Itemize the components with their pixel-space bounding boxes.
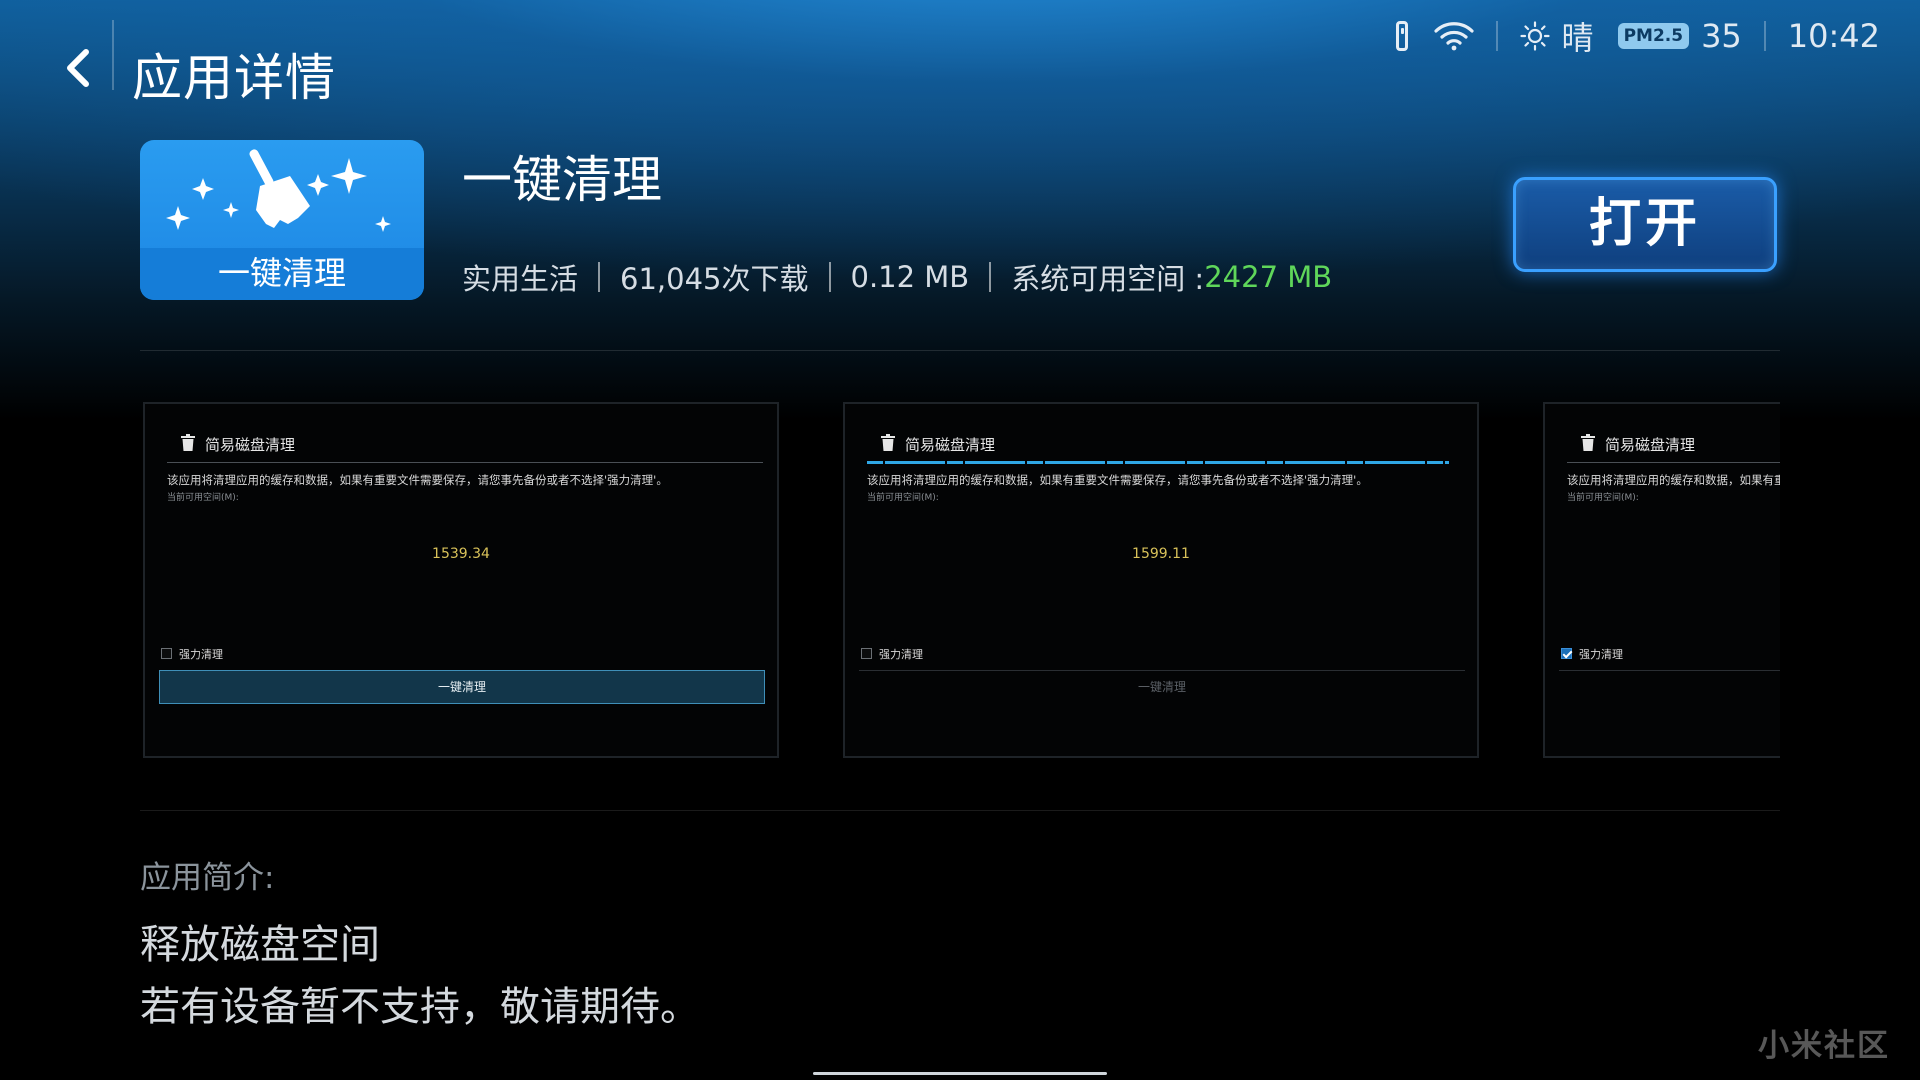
header-divider [112, 20, 114, 90]
screenshot-free-space-value: 1599.11 [1132, 546, 1190, 562]
description-label: 应用简介: [140, 860, 275, 896]
divider [140, 350, 1780, 351]
screenshot-subtitle: 当前可用空间(M): [1567, 493, 1639, 503]
meta-divider [989, 262, 992, 292]
description-line: 若有设备暂不支持，敬请期待。 [140, 984, 700, 1030]
trash-icon [181, 434, 195, 451]
app-meta: 实用生活 61,045次下载 0.12 MB 系统可用空间 : 2427 MB [462, 256, 1332, 298]
pm25-badge: PM2.5 [1617, 23, 1690, 49]
screenshot-checkbox-label: 强力清理 [179, 648, 223, 661]
status-bar: 晴 PM2.5 35 10:42 [1395, 14, 1880, 58]
broom-icon [166, 149, 391, 232]
app-downloads: 61,045次下载 [620, 262, 809, 296]
screenshot-clean-button: 一键清理 [859, 670, 1465, 704]
screenshot-thumbnail[interactable]: 简易磁盘清理该应用将清理应用的缓存和数据，如果有重要文件需要保存，请您事先备份或… [1543, 402, 1780, 758]
meta-divider [598, 262, 601, 292]
app-icon-label: 一键清理 [140, 248, 424, 300]
divider [140, 810, 1780, 811]
screenshot-description: 该应用将清理应用的缓存和数据，如果有重要文件需要保存，请您事先备份或者不选择'强… [867, 473, 1368, 487]
screenshot-description: 该应用将清理应用的缓存和数据，如果有重要文件需要保存，请您事先备份或者不选择'强… [1567, 473, 1780, 487]
free-space-label: 系统可用空间 : [1011, 262, 1205, 296]
weather-text: 晴 [1561, 19, 1594, 57]
meta-divider [828, 262, 831, 292]
app-category: 实用生活 [462, 262, 579, 296]
app-name: 一键清理 [462, 151, 662, 209]
watermark: 小米社区 [1758, 1028, 1890, 1064]
clock: 10:42 [1787, 17, 1880, 55]
screenshot-checkbox [861, 648, 872, 659]
screenshot-checkbox [161, 648, 172, 659]
screenshot-divider [167, 462, 763, 463]
screenshot-title: 简易磁盘清理 [905, 436, 996, 454]
free-space-value: 2427 MB [1204, 260, 1333, 294]
screenshot-carousel[interactable]: 简易磁盘清理该应用将清理应用的缓存和数据，如果有重要文件需要保存，请您事先备份或… [140, 402, 1780, 762]
open-button[interactable]: 打开 [1513, 177, 1777, 272]
screenshot-subtitle: 当前可用空间(M): [867, 493, 939, 503]
trash-icon [881, 434, 895, 451]
scroll-indicator [813, 1072, 1107, 1075]
progress-bar [867, 461, 1449, 464]
screenshot-checkbox [1561, 648, 1572, 659]
sun-icon [1519, 21, 1550, 51]
screenshot-clean-button [1559, 670, 1780, 704]
trash-icon [1581, 434, 1595, 451]
page-title: 应用详情 [132, 49, 336, 107]
aqi-value: 35 [1701, 17, 1742, 55]
back-arrow-icon[interactable] [62, 46, 94, 90]
screenshot-description: 该应用将清理应用的缓存和数据，如果有重要文件需要保存，请您事先备份或者不选择'强… [167, 473, 668, 487]
screenshot-clean-button: 一键清理 [159, 670, 765, 704]
description-line: 释放磁盘空间 [140, 922, 380, 968]
screenshot-checkbox-label: 强力清理 [879, 648, 923, 661]
app-size: 0.12 MB [850, 260, 970, 294]
screenshot-title: 简易磁盘清理 [1605, 436, 1696, 454]
status-divider [1495, 21, 1498, 51]
remote-icon [1395, 21, 1408, 51]
status-divider [1763, 21, 1766, 51]
app-icon: 一键清理 [140, 140, 424, 300]
screenshot-subtitle: 当前可用空间(M): [167, 493, 239, 503]
screenshot-divider [1567, 462, 1780, 463]
screenshot-checkbox-label: 强力清理 [1579, 648, 1623, 661]
screenshot-title: 简易磁盘清理 [205, 436, 296, 454]
screenshot-thumbnail[interactable]: 简易磁盘清理该应用将清理应用的缓存和数据，如果有重要文件需要保存，请您事先备份或… [143, 402, 779, 758]
screenshot-free-space-value: 1539.34 [432, 546, 490, 562]
screenshot-thumbnail[interactable]: 简易磁盘清理该应用将清理应用的缓存和数据，如果有重要文件需要保存，请您事先备份或… [843, 402, 1479, 758]
wifi-icon [1433, 22, 1474, 51]
